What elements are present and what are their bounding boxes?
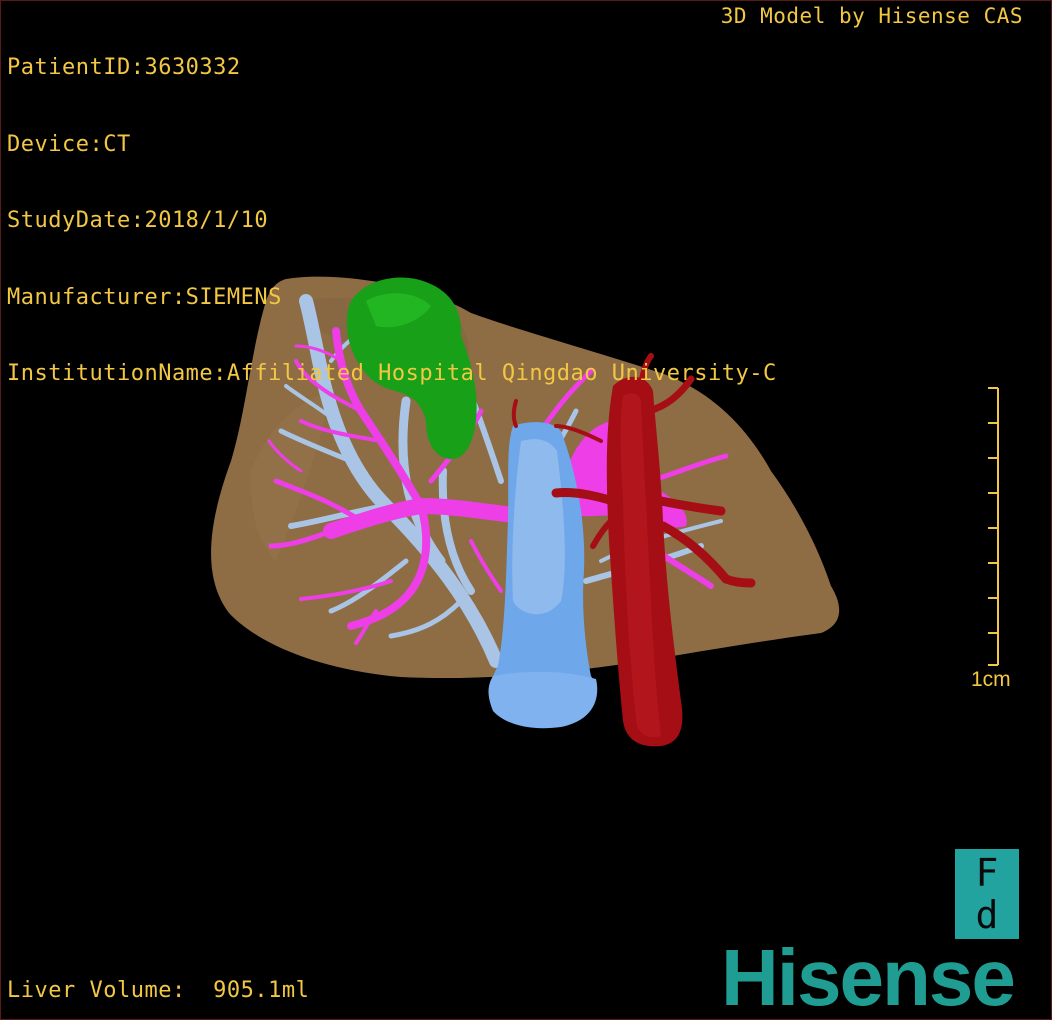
render-viewport[interactable]: PatientID:3630332 Device:CT StudyDate:20… bbox=[0, 0, 1052, 1020]
model-credit: 3D Model by Hisense CAS bbox=[720, 4, 1023, 28]
manufacturer: Manufacturer:SIEMENS bbox=[7, 284, 282, 310]
study-info: PatientID:3630332 Device:CT StudyDate:20… bbox=[7, 4, 777, 438]
device: Device:CT bbox=[7, 131, 131, 157]
patient-id: PatientID:3630332 bbox=[7, 55, 241, 80]
study-date: StudyDate:2018/1/10 bbox=[7, 208, 269, 233]
orientation-bottom-glyph: d bbox=[975, 893, 999, 937]
scale-bar bbox=[988, 387, 999, 666]
liver-volume: Liver Volume: 905.1ml bbox=[7, 978, 310, 1003]
orientation-marker[interactable]: F d bbox=[955, 849, 1019, 939]
scale-bar-label: 1cm bbox=[971, 668, 1011, 691]
orientation-top-glyph: F bbox=[975, 851, 999, 895]
hisense-logo: Hisense bbox=[721, 933, 1016, 1020]
institution-name: InstitutionName:Affiliated Hospital Qing… bbox=[7, 361, 777, 386]
